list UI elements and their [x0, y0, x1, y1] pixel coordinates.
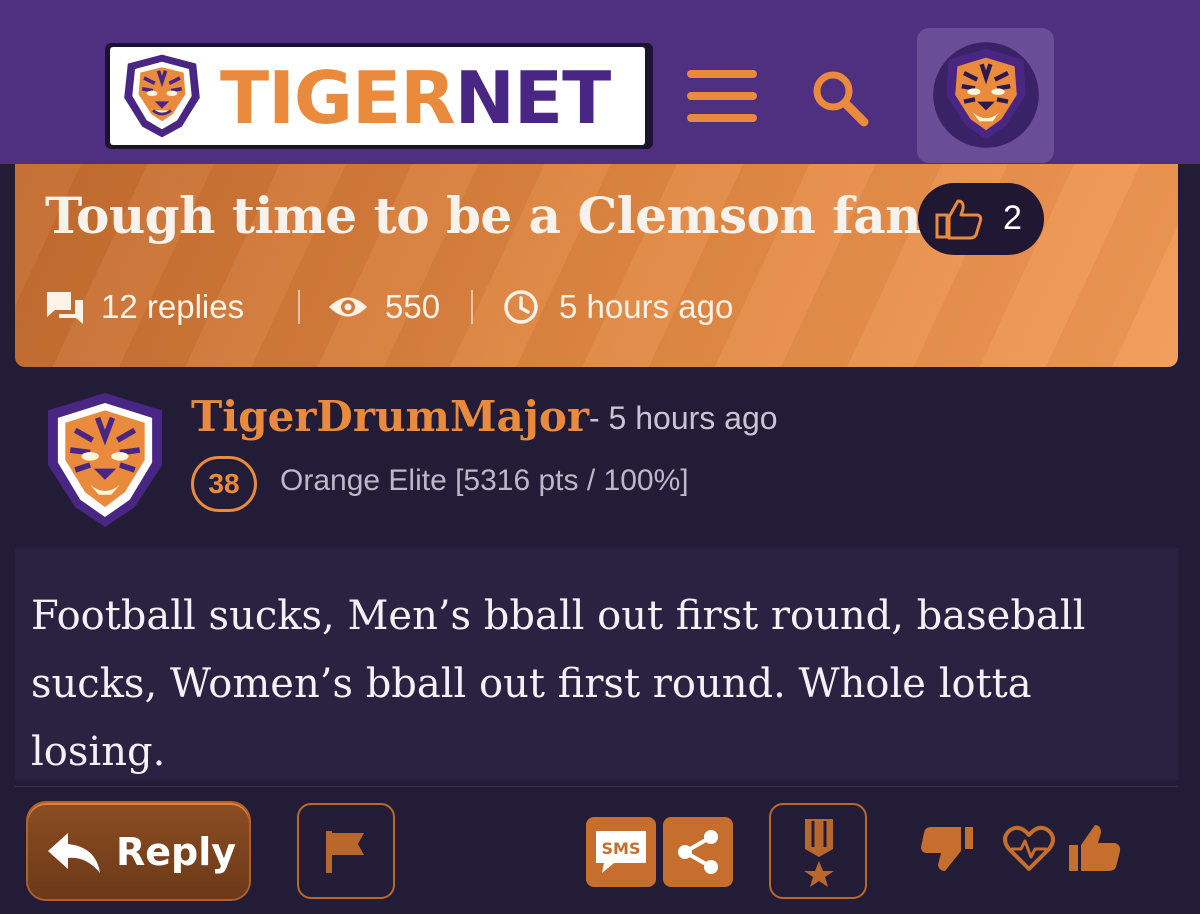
thread-title-banner: Tough time to be a Clemson fan 2 12 repl… [15, 164, 1178, 367]
share-button[interactable] [663, 817, 733, 887]
user-rank: Orange Elite [5316 pts / 100%] [280, 464, 689, 497]
flag-icon [326, 831, 364, 873]
tiger-logo-icon [124, 54, 200, 138]
search-button[interactable] [808, 66, 872, 130]
user-avatar-icon [933, 42, 1039, 148]
replies-icon [47, 292, 83, 324]
meta-divider [471, 290, 473, 324]
post-author-username[interactable]: TigerDrumMajor [191, 392, 589, 441]
award-medal-icon [804, 819, 834, 887]
post-body: Football sucks, Men’s bball out first ro… [15, 548, 1178, 780]
reply-arrow-icon [48, 833, 100, 873]
post-body-text: Football sucks, Men’s bball out first ro… [31, 593, 1086, 775]
site-logo[interactable]: TIGERNET [110, 47, 645, 145]
dislike-button[interactable] [919, 823, 979, 879]
view-count: 550 [385, 288, 441, 325]
meta-divider [298, 290, 300, 324]
menu-button[interactable] [685, 68, 761, 124]
post-author-avatar-icon[interactable] [43, 390, 167, 530]
reply-count: 12 replies [101, 288, 245, 325]
sms-label: SMS [602, 839, 641, 858]
clock-icon [504, 290, 538, 324]
report-flag-button[interactable] [297, 803, 395, 899]
thread-like-count: 2 [1003, 199, 1022, 237]
logo-tiger-word: TIGER [220, 56, 456, 140]
sms-share-button[interactable]: SMS [586, 817, 656, 887]
thread-title: Tough time to be a Clemson fan [45, 186, 921, 245]
thumbs-up-icon [1069, 825, 1121, 871]
logo-net-word: NET [454, 56, 612, 140]
logo-wordmark: TIGERNET [220, 55, 612, 141]
heart-button[interactable] [1001, 823, 1061, 879]
share-icon [678, 830, 718, 874]
heart-icon [1003, 825, 1055, 871]
sms-icon: SMS [596, 831, 646, 873]
post-header: TigerDrumMajor - 5 hours ago 38 Orange E… [15, 372, 1178, 548]
page: TIGERNET Tough time to be a Clemson fan … [0, 0, 1200, 914]
thumbs-up-outline-icon [935, 199, 983, 240]
thread-like-badge[interactable]: 2 [918, 183, 1044, 255]
site-header: TIGERNET [0, 0, 1200, 164]
thumbs-down-icon [921, 827, 973, 871]
reply-button[interactable]: Reply [28, 803, 249, 899]
reply-label: Reply [116, 830, 237, 874]
search-icon [813, 71, 869, 127]
post-time: - 5 hours ago [589, 400, 778, 436]
thumbs-up-button[interactable] [1067, 823, 1127, 879]
views-icon [329, 297, 367, 317]
award-button[interactable] [769, 803, 867, 899]
thread-posted-time: 5 hours ago [559, 288, 734, 325]
user-level-badge: 38 [191, 456, 257, 512]
user-avatar-button[interactable] [917, 28, 1054, 163]
post-action-bar: Reply SMS [15, 786, 1178, 914]
